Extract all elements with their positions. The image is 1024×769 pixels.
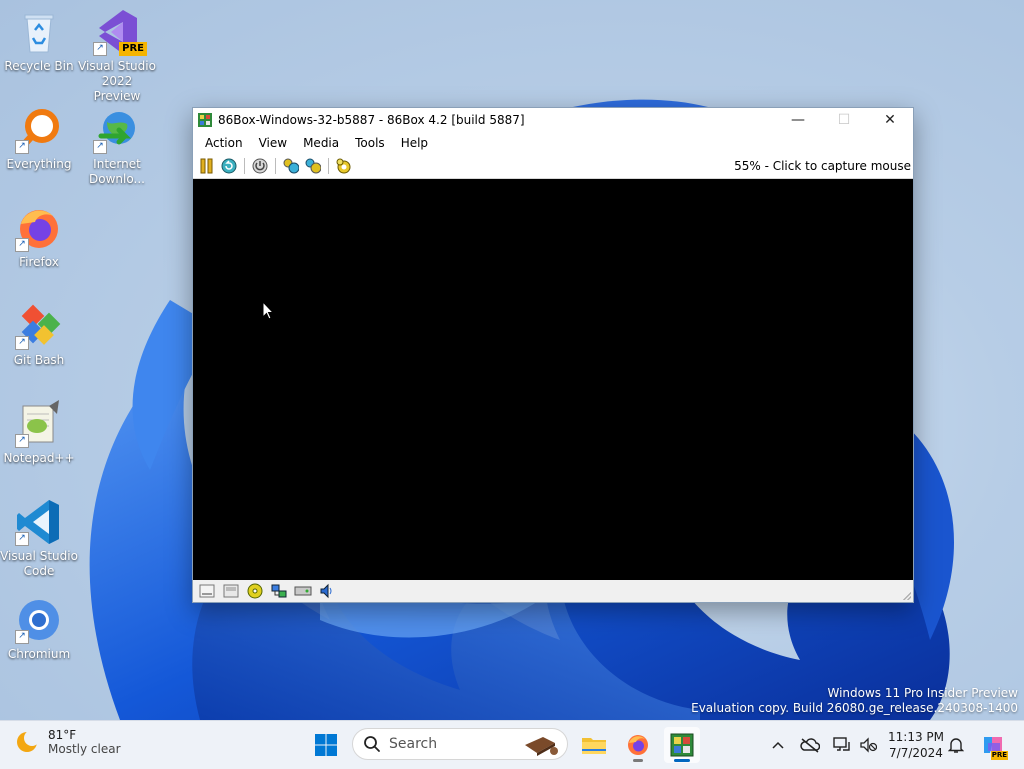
bell-icon — [948, 738, 964, 753]
search-placeholder: Search — [389, 736, 438, 752]
desktop-icon-recycle-bin[interactable]: Recycle Bin — [0, 8, 78, 74]
menu-help[interactable]: Help — [393, 132, 436, 154]
network-icon[interactable] — [270, 583, 288, 599]
maximize-button[interactable]: ☐ — [821, 108, 867, 132]
tray-network[interactable] — [832, 735, 852, 755]
desktop-icon-vscode[interactable]: ↗ Visual Studio Code — [0, 498, 78, 579]
hard-disk-icon[interactable] — [294, 583, 312, 599]
settings-icon[interactable] — [335, 157, 353, 175]
active-indicator — [674, 759, 690, 762]
minimize-button[interactable]: — — [775, 108, 821, 132]
status-bar — [193, 580, 913, 602]
network-monitor-icon — [833, 737, 850, 751]
toolbar: 55% - Click to capture mouse — [193, 154, 913, 179]
shortcut-arrow-icon: ↗ — [15, 434, 29, 448]
running-indicator — [633, 759, 643, 762]
menu-view[interactable]: View — [251, 132, 295, 154]
weather-temp: 81°F — [48, 728, 77, 742]
taskbar-clock[interactable]: 11:13 PM 7/7/2024 — [884, 729, 948, 761]
sound-icon[interactable] — [318, 583, 336, 599]
86box-app-icon — [670, 733, 694, 757]
preview-badge: PRE — [119, 42, 147, 56]
copilot-preview-badge: PRE — [990, 751, 1008, 760]
firefox-icon — [628, 735, 648, 755]
magnifier-icon: ↗ — [15, 106, 63, 154]
shortcut-arrow-icon: ↗ — [93, 42, 107, 56]
chevron-up-icon — [772, 741, 784, 749]
toolbar-separator — [328, 158, 329, 174]
menu-action[interactable]: Action — [197, 132, 251, 154]
taskbar-86box[interactable] — [664, 727, 700, 763]
floppy-drive-2-icon[interactable] — [222, 583, 240, 599]
ctrl-alt-esc-icon[interactable] — [304, 157, 322, 175]
desktop-icon-visual-studio-preview[interactable]: PRE ↗ Visual Studio 2022 Preview — [78, 8, 156, 104]
desktop-icon-chromium[interactable]: ↗ Chromium — [0, 596, 78, 662]
copilot-button[interactable]: PRE — [980, 732, 1008, 760]
windows-logo-icon — [315, 734, 337, 756]
shortcut-arrow-icon: ↗ — [15, 630, 29, 644]
notepad-plus-plus-icon: ↗ — [15, 400, 63, 448]
visual-studio-icon: PRE ↗ — [93, 8, 147, 56]
power-icon[interactable] — [251, 157, 269, 175]
toolbar-separator — [244, 158, 245, 174]
tray-volume[interactable] — [858, 735, 878, 755]
cdrom-icon[interactable] — [246, 583, 264, 599]
shortcut-arrow-icon: ↗ — [15, 238, 29, 252]
desktop-icon-firefox[interactable]: ↗ Firefox — [0, 204, 78, 270]
close-button[interactable]: ✕ — [867, 108, 913, 132]
menu-bar: Action View Media Tools Help — [193, 132, 913, 154]
floppy-drive-1-icon[interactable] — [198, 583, 216, 599]
clock-date: 7/7/2024 — [889, 746, 943, 760]
desktop-icon-internet-download-manager[interactable]: ↗ Internet Downlo... — [78, 106, 156, 187]
ctrl-alt-del-icon[interactable] — [282, 157, 300, 175]
taskbar: 81°F Mostly clear Search 11:13 PM 7/7/20… — [0, 720, 1024, 769]
weather-moon-icon — [17, 730, 40, 752]
chromium-icon: ↗ — [15, 596, 63, 644]
taskbar-firefox[interactable] — [620, 727, 656, 763]
weather-condition: Mostly clear — [48, 742, 121, 756]
resize-grip[interactable] — [903, 592, 911, 600]
capture-status[interactable]: 55% - Click to capture mouse — [734, 159, 913, 173]
search-highlight-chocolate-icon — [525, 737, 558, 756]
evaluation-watermark: Windows 11 Pro Insider Preview Evaluatio… — [691, 686, 1018, 716]
reset-icon[interactable] — [220, 157, 238, 175]
emulator-window[interactable]: 86Box-Windows-32-b5887 - 86Box 4.2 [buil… — [192, 107, 914, 603]
taskbar-search[interactable]: Search — [352, 728, 568, 760]
toolbar-separator — [275, 158, 276, 174]
firefox-icon: ↗ — [15, 204, 63, 252]
shortcut-arrow-icon: ↗ — [15, 532, 29, 546]
cloud-offline-icon — [800, 738, 820, 753]
tray-onedrive[interactable] — [800, 735, 820, 755]
search-icon — [364, 736, 380, 752]
taskbar-file-explorer[interactable] — [576, 727, 612, 763]
weather-widget[interactable]: 81°F Mostly clear — [14, 728, 121, 756]
notifications-button[interactable] — [946, 735, 966, 755]
menu-media[interactable]: Media — [295, 132, 347, 154]
git-bash-icon: ↗ — [15, 302, 63, 350]
title-bar[interactable]: 86Box-Windows-32-b5887 - 86Box 4.2 [buil… — [193, 108, 913, 132]
window-title: 86Box-Windows-32-b5887 - 86Box 4.2 [buil… — [218, 113, 525, 127]
clock-time: 11:13 PM — [888, 730, 944, 744]
desktop-icon-git-bash[interactable]: ↗ Git Bash — [0, 302, 78, 368]
86box-app-icon — [198, 113, 212, 127]
start-button[interactable] — [308, 727, 344, 763]
desktop-icon-everything[interactable]: ↗ Everything — [0, 106, 78, 172]
menu-tools[interactable]: Tools — [347, 132, 393, 154]
folder-icon — [582, 738, 606, 754]
watermark-line-1: Windows 11 Pro Insider Preview — [827, 686, 1018, 700]
shortcut-arrow-icon: ↗ — [15, 336, 29, 350]
pause-icon[interactable] — [198, 157, 216, 175]
vscode-icon: ↗ — [15, 498, 63, 546]
emulator-display[interactable] — [193, 179, 913, 580]
mouse-cursor-icon — [262, 301, 274, 320]
shortcut-arrow-icon: ↗ — [93, 140, 107, 154]
shortcut-arrow-icon: ↗ — [15, 140, 29, 154]
recycle-bin-icon — [15, 8, 63, 56]
show-hidden-icons-button[interactable] — [768, 735, 788, 755]
watermark-line-2: Evaluation copy. Build 26080.ge_release.… — [691, 701, 1018, 715]
desktop-icon-notepad-plus-plus[interactable]: ↗ Notepad++ — [0, 400, 78, 466]
speaker-muted-icon — [860, 737, 877, 753]
globe-download-icon: ↗ — [93, 106, 141, 154]
